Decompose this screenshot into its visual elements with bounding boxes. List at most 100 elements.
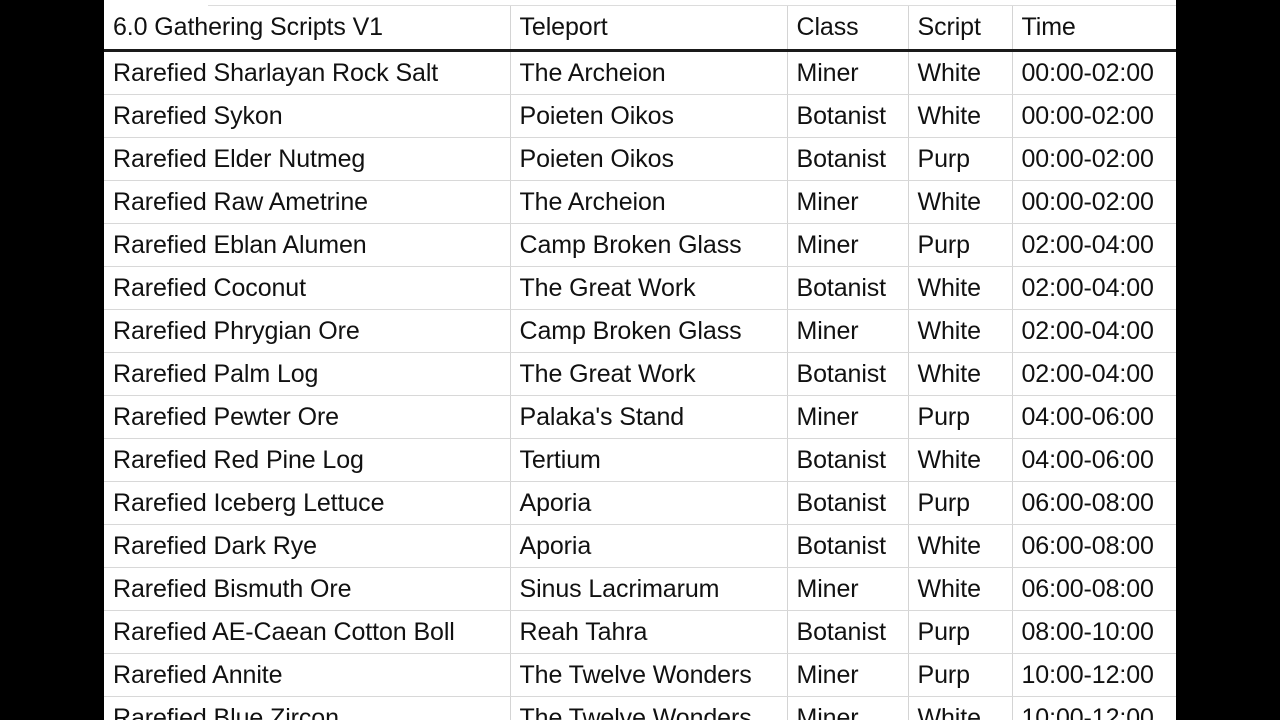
cell-item[interactable]: Rarefied Elder Nutmeg — [104, 137, 511, 181]
cell-class[interactable]: Botanist — [787, 266, 909, 310]
cell-script[interactable]: White — [908, 567, 1013, 611]
cell-teleport[interactable]: The Twelve Wonders — [510, 696, 788, 720]
table-row[interactable]: Rarefied Coconut The Great Work Botanist… — [104, 266, 1176, 310]
cell-item[interactable]: Rarefied Raw Ametrine — [104, 180, 511, 224]
cell-script[interactable]: White — [908, 266, 1013, 310]
cell-script[interactable]: Purp — [908, 653, 1013, 697]
cell-teleport[interactable]: Camp Broken Glass — [510, 309, 788, 353]
table-row[interactable]: Rarefied Red Pine Log Tertium Botanist W… — [104, 438, 1176, 482]
cell-script[interactable]: White — [908, 309, 1013, 353]
cell-time[interactable]: 00:00-02:00 — [1012, 180, 1176, 224]
table-row[interactable]: Rarefied AE-Caean Cotton Boll Reah Tahra… — [104, 610, 1176, 654]
cell-time[interactable]: 02:00-04:00 — [1012, 223, 1176, 267]
cell-time[interactable]: 00:00-02:00 — [1012, 94, 1176, 138]
table-row[interactable]: Rarefied Iceberg Lettuce Aporia Botanist… — [104, 481, 1176, 525]
table-row[interactable]: Rarefied Raw Ametrine The Archeion Miner… — [104, 180, 1176, 224]
cell-teleport[interactable]: Aporia — [510, 524, 788, 568]
column-header-script[interactable]: Script — [908, 5, 1013, 52]
cell-script[interactable]: Purp — [908, 137, 1013, 181]
cell-teleport[interactable]: Camp Broken Glass — [510, 223, 788, 267]
cell-class[interactable]: Botanist — [787, 481, 909, 525]
table-row[interactable]: Rarefied Palm Log The Great Work Botanis… — [104, 352, 1176, 396]
cell-item[interactable]: Rarefied Sharlayan Rock Salt — [104, 50, 511, 95]
cell-item[interactable]: Rarefied Palm Log — [104, 352, 511, 396]
cell-class[interactable]: Botanist — [787, 610, 909, 654]
cell-teleport[interactable]: Poieten Oikos — [510, 94, 788, 138]
cell-item[interactable]: Rarefied Pewter Ore — [104, 395, 511, 439]
cell-teleport[interactable]: Tertium — [510, 438, 788, 482]
cell-teleport[interactable]: The Archeion — [510, 180, 788, 224]
cell-class[interactable]: Miner — [787, 309, 909, 353]
cell-script[interactable]: White — [908, 352, 1013, 396]
cell-time[interactable]: 02:00-04:00 — [1012, 352, 1176, 396]
cell-item[interactable]: Rarefied Iceberg Lettuce — [104, 481, 511, 525]
cell-item[interactable]: Rarefied Annite — [104, 653, 511, 697]
cell-teleport[interactable]: The Great Work — [510, 352, 788, 396]
table-row[interactable]: Rarefied Dark Rye Aporia Botanist White … — [104, 524, 1176, 568]
cell-class[interactable]: Botanist — [787, 352, 909, 396]
table-row[interactable]: Rarefied Eblan Alumen Camp Broken Glass … — [104, 223, 1176, 267]
table-row[interactable]: Rarefied Phrygian Ore Camp Broken Glass … — [104, 309, 1176, 353]
table-row[interactable]: Rarefied Annite The Twelve Wonders Miner… — [104, 653, 1176, 697]
cell-item[interactable]: Rarefied Sykon — [104, 94, 511, 138]
table-row[interactable]: Rarefied Sharlayan Rock Salt The Archeio… — [104, 50, 1176, 95]
cell-script[interactable]: Purp — [908, 610, 1013, 654]
cell-class[interactable]: Miner — [787, 567, 909, 611]
column-header-item[interactable]: 6.0 Gathering Scripts V1 — [104, 5, 511, 52]
cell-item[interactable]: Rarefied Eblan Alumen — [104, 223, 511, 267]
cell-script[interactable]: White — [908, 438, 1013, 482]
cell-teleport[interactable]: Palaka's Stand — [510, 395, 788, 439]
cell-item[interactable]: Rarefied Phrygian Ore — [104, 309, 511, 353]
cell-script[interactable]: Purp — [908, 395, 1013, 439]
cell-teleport[interactable]: The Great Work — [510, 266, 788, 310]
table-row[interactable]: Rarefied Sykon Poieten Oikos Botanist Wh… — [104, 94, 1176, 138]
cell-teleport[interactable]: Reah Tahra — [510, 610, 788, 654]
cell-class[interactable]: Botanist — [787, 94, 909, 138]
cell-class[interactable]: Botanist — [787, 137, 909, 181]
cell-time[interactable]: 02:00-04:00 — [1012, 266, 1176, 310]
cell-script[interactable]: White — [908, 696, 1013, 720]
cell-teleport[interactable]: Aporia — [510, 481, 788, 525]
cell-time[interactable]: 10:00-12:00 — [1012, 696, 1176, 720]
cell-time[interactable]: 02:00-04:00 — [1012, 309, 1176, 353]
cell-script[interactable]: White — [908, 180, 1013, 224]
cell-teleport[interactable]: The Twelve Wonders — [510, 653, 788, 697]
table-row[interactable]: Rarefied Blue Zircon The Twelve Wonders … — [104, 696, 1176, 720]
cell-item[interactable]: Rarefied Blue Zircon — [104, 696, 511, 720]
column-header-time[interactable]: Time — [1012, 5, 1176, 52]
table-scroll-region[interactable]: 6.0 Gathering Scripts V1 Teleport Class … — [104, 5, 1176, 720]
cell-time[interactable]: 06:00-08:00 — [1012, 524, 1176, 568]
cell-class[interactable]: Miner — [787, 696, 909, 720]
column-header-class[interactable]: Class — [787, 5, 909, 52]
cell-class[interactable]: Miner — [787, 395, 909, 439]
cell-time[interactable]: 10:00-12:00 — [1012, 653, 1176, 697]
cell-teleport[interactable]: Poieten Oikos — [510, 137, 788, 181]
cell-script[interactable]: White — [908, 94, 1013, 138]
cell-script[interactable]: Purp — [908, 223, 1013, 267]
cell-item[interactable]: Rarefied Dark Rye — [104, 524, 511, 568]
cell-time[interactable]: 00:00-02:00 — [1012, 137, 1176, 181]
table-row[interactable]: Rarefied Bismuth Ore Sinus Lacrimarum Mi… — [104, 567, 1176, 611]
cell-time[interactable]: 04:00-06:00 — [1012, 438, 1176, 482]
cell-time[interactable]: 04:00-06:00 — [1012, 395, 1176, 439]
table-row[interactable]: Rarefied Pewter Ore Palaka's Stand Miner… — [104, 395, 1176, 439]
cell-script[interactable]: White — [908, 524, 1013, 568]
cell-teleport[interactable]: Sinus Lacrimarum — [510, 567, 788, 611]
cell-item[interactable]: Rarefied AE-Caean Cotton Boll — [104, 610, 511, 654]
cell-item[interactable]: Rarefied Coconut — [104, 266, 511, 310]
cell-class[interactable]: Miner — [787, 50, 909, 95]
table-row[interactable]: Rarefied Elder Nutmeg Poieten Oikos Bota… — [104, 137, 1176, 181]
cell-item[interactable]: Rarefied Red Pine Log — [104, 438, 511, 482]
cell-script[interactable]: White — [908, 50, 1013, 95]
cell-class[interactable]: Miner — [787, 180, 909, 224]
cell-class[interactable]: Botanist — [787, 524, 909, 568]
cell-time[interactable]: 00:00-02:00 — [1012, 50, 1176, 95]
cell-time[interactable]: 06:00-08:00 — [1012, 481, 1176, 525]
cell-script[interactable]: Purp — [908, 481, 1013, 525]
cell-item[interactable]: Rarefied Bismuth Ore — [104, 567, 511, 611]
cell-class[interactable]: Miner — [787, 223, 909, 267]
cell-class[interactable]: Miner — [787, 653, 909, 697]
cell-class[interactable]: Botanist — [787, 438, 909, 482]
cell-time[interactable]: 06:00-08:00 — [1012, 567, 1176, 611]
cell-teleport[interactable]: The Archeion — [510, 50, 788, 95]
